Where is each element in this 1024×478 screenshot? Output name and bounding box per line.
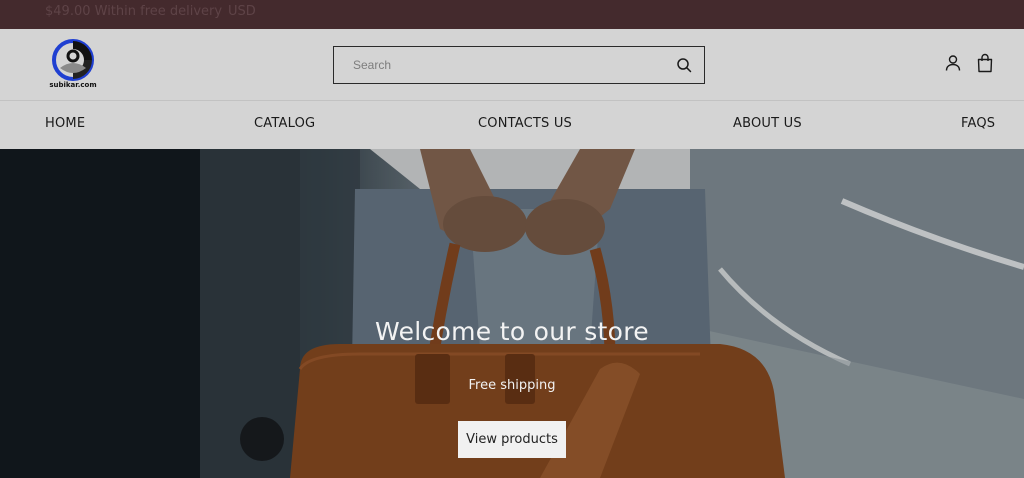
nav-item-contacts-us[interactable]: CONTACTS US (478, 116, 572, 131)
main-nav: HOME CATALOG CONTACTS US ABOUT US FAQS (0, 101, 1024, 149)
nav-item-faqs[interactable]: FAQS (961, 116, 995, 131)
site-header: subikar.com (0, 29, 1024, 101)
account-icon[interactable] (944, 54, 962, 72)
announcement-bar: $49.00 Within free delivery USD (0, 0, 1024, 29)
logo-text: subikar.com (49, 81, 97, 89)
announcement-message: $49.00 Within free delivery (45, 4, 223, 19)
shopping-bag-icon[interactable] (976, 53, 994, 73)
search-bar[interactable] (333, 46, 705, 84)
nav-item-catalog[interactable]: CATALOG (254, 116, 315, 131)
search-input[interactable] (334, 47, 664, 83)
logo-mark-icon (52, 39, 94, 81)
nav-item-about-us[interactable]: ABOUT US (733, 116, 802, 131)
view-products-button[interactable]: View products (458, 421, 566, 458)
nav-item-home[interactable]: HOME (45, 116, 85, 131)
currency-selector[interactable]: USD (228, 0, 256, 24)
search-icon[interactable] (676, 57, 692, 73)
hero-banner: Welcome to our store Free shipping View … (0, 149, 1024, 478)
hero-title: Welcome to our store (375, 317, 649, 346)
store-logo[interactable]: subikar.com (46, 38, 100, 92)
hero-subtitle: Free shipping (468, 378, 556, 393)
